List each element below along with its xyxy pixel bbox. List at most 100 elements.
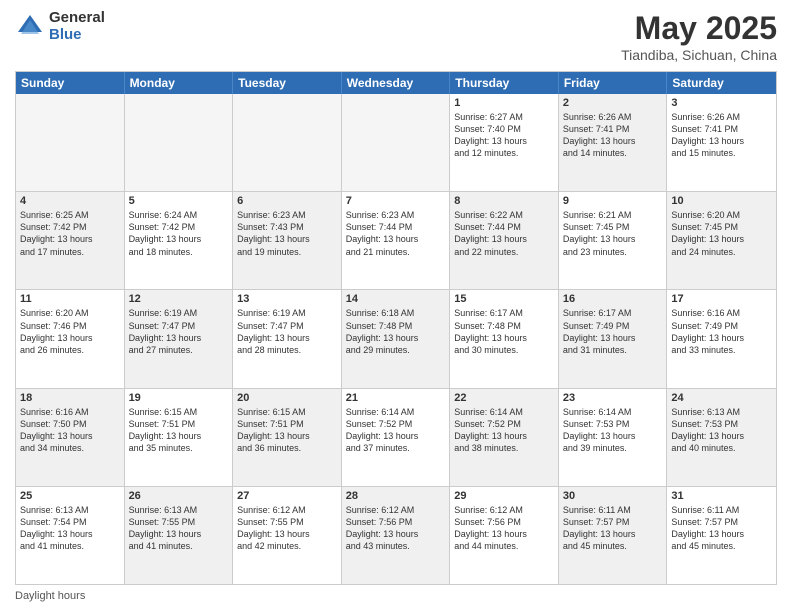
week-row-5: 25Sunrise: 6:13 AMSunset: 7:54 PMDayligh… bbox=[16, 486, 776, 584]
title-block: May 2025 Tiandiba, Sichuan, China bbox=[621, 10, 777, 63]
day-cell-4: 4 Sunrise: 6:25 AMSunset: 7:42 PMDaylight… bbox=[16, 192, 125, 289]
day-number: 11 bbox=[20, 293, 120, 305]
day-number: 20 bbox=[237, 392, 337, 404]
day-info: Sunrise: 6:11 AMSunset: 7:57 PMDaylight:… bbox=[671, 504, 772, 553]
day-cell-30: 30Sunrise: 6:11 AMSunset: 7:57 PMDayligh… bbox=[559, 487, 668, 584]
day-info: Sunrise: 6:21 AMSunset: 7:45 PMDaylight:… bbox=[563, 209, 663, 258]
header-day-saturday: Saturday bbox=[667, 72, 776, 94]
day-cell-17: 17 Sunrise: 6:16 AMSunset: 7:49 PMDayligh… bbox=[667, 290, 776, 387]
day-info: Sunrise: 6:20 AMSunset: 7:46 PMDaylight:… bbox=[20, 307, 120, 356]
day-info: Sunrise: 6:18 AMSunset: 7:48 PMDaylight:… bbox=[346, 307, 446, 356]
day-number: 16 bbox=[563, 293, 663, 305]
day-number: 21 bbox=[346, 392, 446, 404]
calendar-header: SundayMondayTuesdayWednesdayThursdayFrid… bbox=[16, 72, 776, 94]
day-info: Sunrise: 6:16 AMSunset: 7:49 PMDaylight:… bbox=[671, 307, 772, 356]
day-info: Sunrise: 6:26 AMSunset: 7:41 PMDaylight:… bbox=[563, 111, 663, 160]
day-info: Sunrise: 6:13 AMSunset: 7:55 PMDaylight:… bbox=[129, 504, 229, 553]
day-cell-24: 24Sunrise: 6:13 AMSunset: 7:53 PMDayligh… bbox=[667, 389, 776, 486]
day-cell-9: 9 Sunrise: 6:21 AMSunset: 7:45 PMDaylight… bbox=[559, 192, 668, 289]
logo-icon bbox=[15, 12, 45, 42]
day-cell-12: 12 Sunrise: 6:19 AMSunset: 7:47 PMDayligh… bbox=[125, 290, 234, 387]
day-cell-13: 13 Sunrise: 6:19 AMSunset: 7:47 PMDayligh… bbox=[233, 290, 342, 387]
header-day-thursday: Thursday bbox=[450, 72, 559, 94]
day-number: 7 bbox=[346, 195, 446, 207]
page: General Blue May 2025 Tiandiba, Sichuan,… bbox=[0, 0, 792, 612]
day-info: Sunrise: 6:14 AMSunset: 7:52 PMDaylight:… bbox=[346, 406, 446, 455]
day-number: 27 bbox=[237, 490, 337, 502]
day-number: 23 bbox=[563, 392, 663, 404]
day-number: 31 bbox=[671, 490, 772, 502]
day-cell-25: 25Sunrise: 6:13 AMSunset: 7:54 PMDayligh… bbox=[16, 487, 125, 584]
day-number: 28 bbox=[346, 490, 446, 502]
header-day-tuesday: Tuesday bbox=[233, 72, 342, 94]
day-number: 4 bbox=[20, 195, 120, 207]
day-cell-5: 5Sunrise: 6:24 AMSunset: 7:42 PMDaylight… bbox=[125, 192, 234, 289]
week-row-3: 11 Sunrise: 6:20 AMSunset: 7:46 PMDayligh… bbox=[16, 289, 776, 387]
day-cell-27: 27Sunrise: 6:12 AMSunset: 7:55 PMDayligh… bbox=[233, 487, 342, 584]
day-cell-26: 26 Sunrise: 6:13 AMSunset: 7:55 PMDayligh… bbox=[125, 487, 234, 584]
day-info: Sunrise: 6:19 AMSunset: 7:47 PMDaylight:… bbox=[129, 307, 229, 356]
day-number: 3 bbox=[671, 97, 772, 109]
calendar: SundayMondayTuesdayWednesdayThursdayFrid… bbox=[15, 71, 777, 585]
day-info: Sunrise: 6:12 AMSunset: 7:56 PMDaylight:… bbox=[454, 504, 554, 553]
day-number: 5 bbox=[129, 195, 229, 207]
day-number: 2 bbox=[563, 97, 663, 109]
day-cell-8: 8 Sunrise: 6:22 AMSunset: 7:44 PMDaylight… bbox=[450, 192, 559, 289]
header-day-monday: Monday bbox=[125, 72, 234, 94]
day-cell-empty-3 bbox=[342, 94, 451, 191]
day-info: Sunrise: 6:19 AMSunset: 7:47 PMDaylight:… bbox=[237, 307, 337, 356]
day-cell-22: 22Sunrise: 6:14 AMSunset: 7:52 PMDayligh… bbox=[450, 389, 559, 486]
day-info: Sunrise: 6:26 AMSunset: 7:41 PMDaylight:… bbox=[671, 111, 772, 160]
day-cell-1: 1 Sunrise: 6:27 AMSunset: 7:40 PMDaylight… bbox=[450, 94, 559, 191]
day-cell-15: 15 Sunrise: 6:17 AMSunset: 7:48 PMDayligh… bbox=[450, 290, 559, 387]
day-info: Sunrise: 6:23 AMSunset: 7:44 PMDaylight:… bbox=[346, 209, 446, 258]
day-info: Sunrise: 6:15 AMSunset: 7:51 PMDaylight:… bbox=[237, 406, 337, 455]
day-number: 13 bbox=[237, 293, 337, 305]
day-number: 12 bbox=[129, 293, 229, 305]
week-row-4: 18 Sunrise: 6:16 AMSunset: 7:50 PMDayligh… bbox=[16, 388, 776, 486]
calendar-body: 1 Sunrise: 6:27 AMSunset: 7:40 PMDaylight… bbox=[16, 94, 776, 584]
logo-text: General Blue bbox=[49, 10, 105, 43]
day-cell-empty-0 bbox=[16, 94, 125, 191]
header-day-wednesday: Wednesday bbox=[342, 72, 451, 94]
day-number: 24 bbox=[671, 392, 772, 404]
day-info: Sunrise: 6:25 AMSunset: 7:42 PMDaylight:… bbox=[20, 209, 120, 258]
logo-blue-text: Blue bbox=[49, 27, 105, 44]
day-cell-28: 28Sunrise: 6:12 AMSunset: 7:56 PMDayligh… bbox=[342, 487, 451, 584]
day-info: Sunrise: 6:27 AMSunset: 7:40 PMDaylight:… bbox=[454, 111, 554, 160]
logo: General Blue bbox=[15, 10, 105, 43]
day-number: 15 bbox=[454, 293, 554, 305]
header: General Blue May 2025 Tiandiba, Sichuan,… bbox=[15, 10, 777, 63]
day-cell-2: 2 Sunrise: 6:26 AMSunset: 7:41 PMDaylight… bbox=[559, 94, 668, 191]
day-number: 26 bbox=[129, 490, 229, 502]
day-cell-empty-1 bbox=[125, 94, 234, 191]
day-cell-21: 21 Sunrise: 6:14 AMSunset: 7:52 PMDayligh… bbox=[342, 389, 451, 486]
day-cell-31: 31 Sunrise: 6:11 AMSunset: 7:57 PMDayligh… bbox=[667, 487, 776, 584]
day-info: Sunrise: 6:22 AMSunset: 7:44 PMDaylight:… bbox=[454, 209, 554, 258]
day-info: Sunrise: 6:13 AMSunset: 7:54 PMDaylight:… bbox=[20, 504, 120, 553]
day-number: 8 bbox=[454, 195, 554, 207]
day-cell-10: 10Sunrise: 6:20 AMSunset: 7:45 PMDayligh… bbox=[667, 192, 776, 289]
day-number: 22 bbox=[454, 392, 554, 404]
day-cell-7: 7 Sunrise: 6:23 AMSunset: 7:44 PMDaylight… bbox=[342, 192, 451, 289]
day-number: 18 bbox=[20, 392, 120, 404]
day-info: Sunrise: 6:16 AMSunset: 7:50 PMDaylight:… bbox=[20, 406, 120, 455]
day-cell-3: 3 Sunrise: 6:26 AMSunset: 7:41 PMDaylight… bbox=[667, 94, 776, 191]
day-number: 17 bbox=[671, 293, 772, 305]
title-location: Tiandiba, Sichuan, China bbox=[621, 47, 777, 63]
logo-general: General bbox=[49, 10, 105, 27]
header-day-sunday: Sunday bbox=[16, 72, 125, 94]
day-cell-23: 23Sunrise: 6:14 AMSunset: 7:53 PMDayligh… bbox=[559, 389, 668, 486]
day-info: Sunrise: 6:17 AMSunset: 7:48 PMDaylight:… bbox=[454, 307, 554, 356]
day-number: 9 bbox=[563, 195, 663, 207]
day-number: 6 bbox=[237, 195, 337, 207]
header-day-friday: Friday bbox=[559, 72, 668, 94]
week-row-2: 4 Sunrise: 6:25 AMSunset: 7:42 PMDaylight… bbox=[16, 191, 776, 289]
week-row-1: 1 Sunrise: 6:27 AMSunset: 7:40 PMDaylight… bbox=[16, 94, 776, 191]
day-info: Sunrise: 6:20 AMSunset: 7:45 PMDaylight:… bbox=[671, 209, 772, 258]
day-cell-6: 6 Sunrise: 6:23 AMSunset: 7:43 PMDaylight… bbox=[233, 192, 342, 289]
day-number: 1 bbox=[454, 97, 554, 109]
day-cell-29: 29Sunrise: 6:12 AMSunset: 7:56 PMDayligh… bbox=[450, 487, 559, 584]
day-info: Sunrise: 6:17 AMSunset: 7:49 PMDaylight:… bbox=[563, 307, 663, 356]
day-info: Sunrise: 6:23 AMSunset: 7:43 PMDaylight:… bbox=[237, 209, 337, 258]
